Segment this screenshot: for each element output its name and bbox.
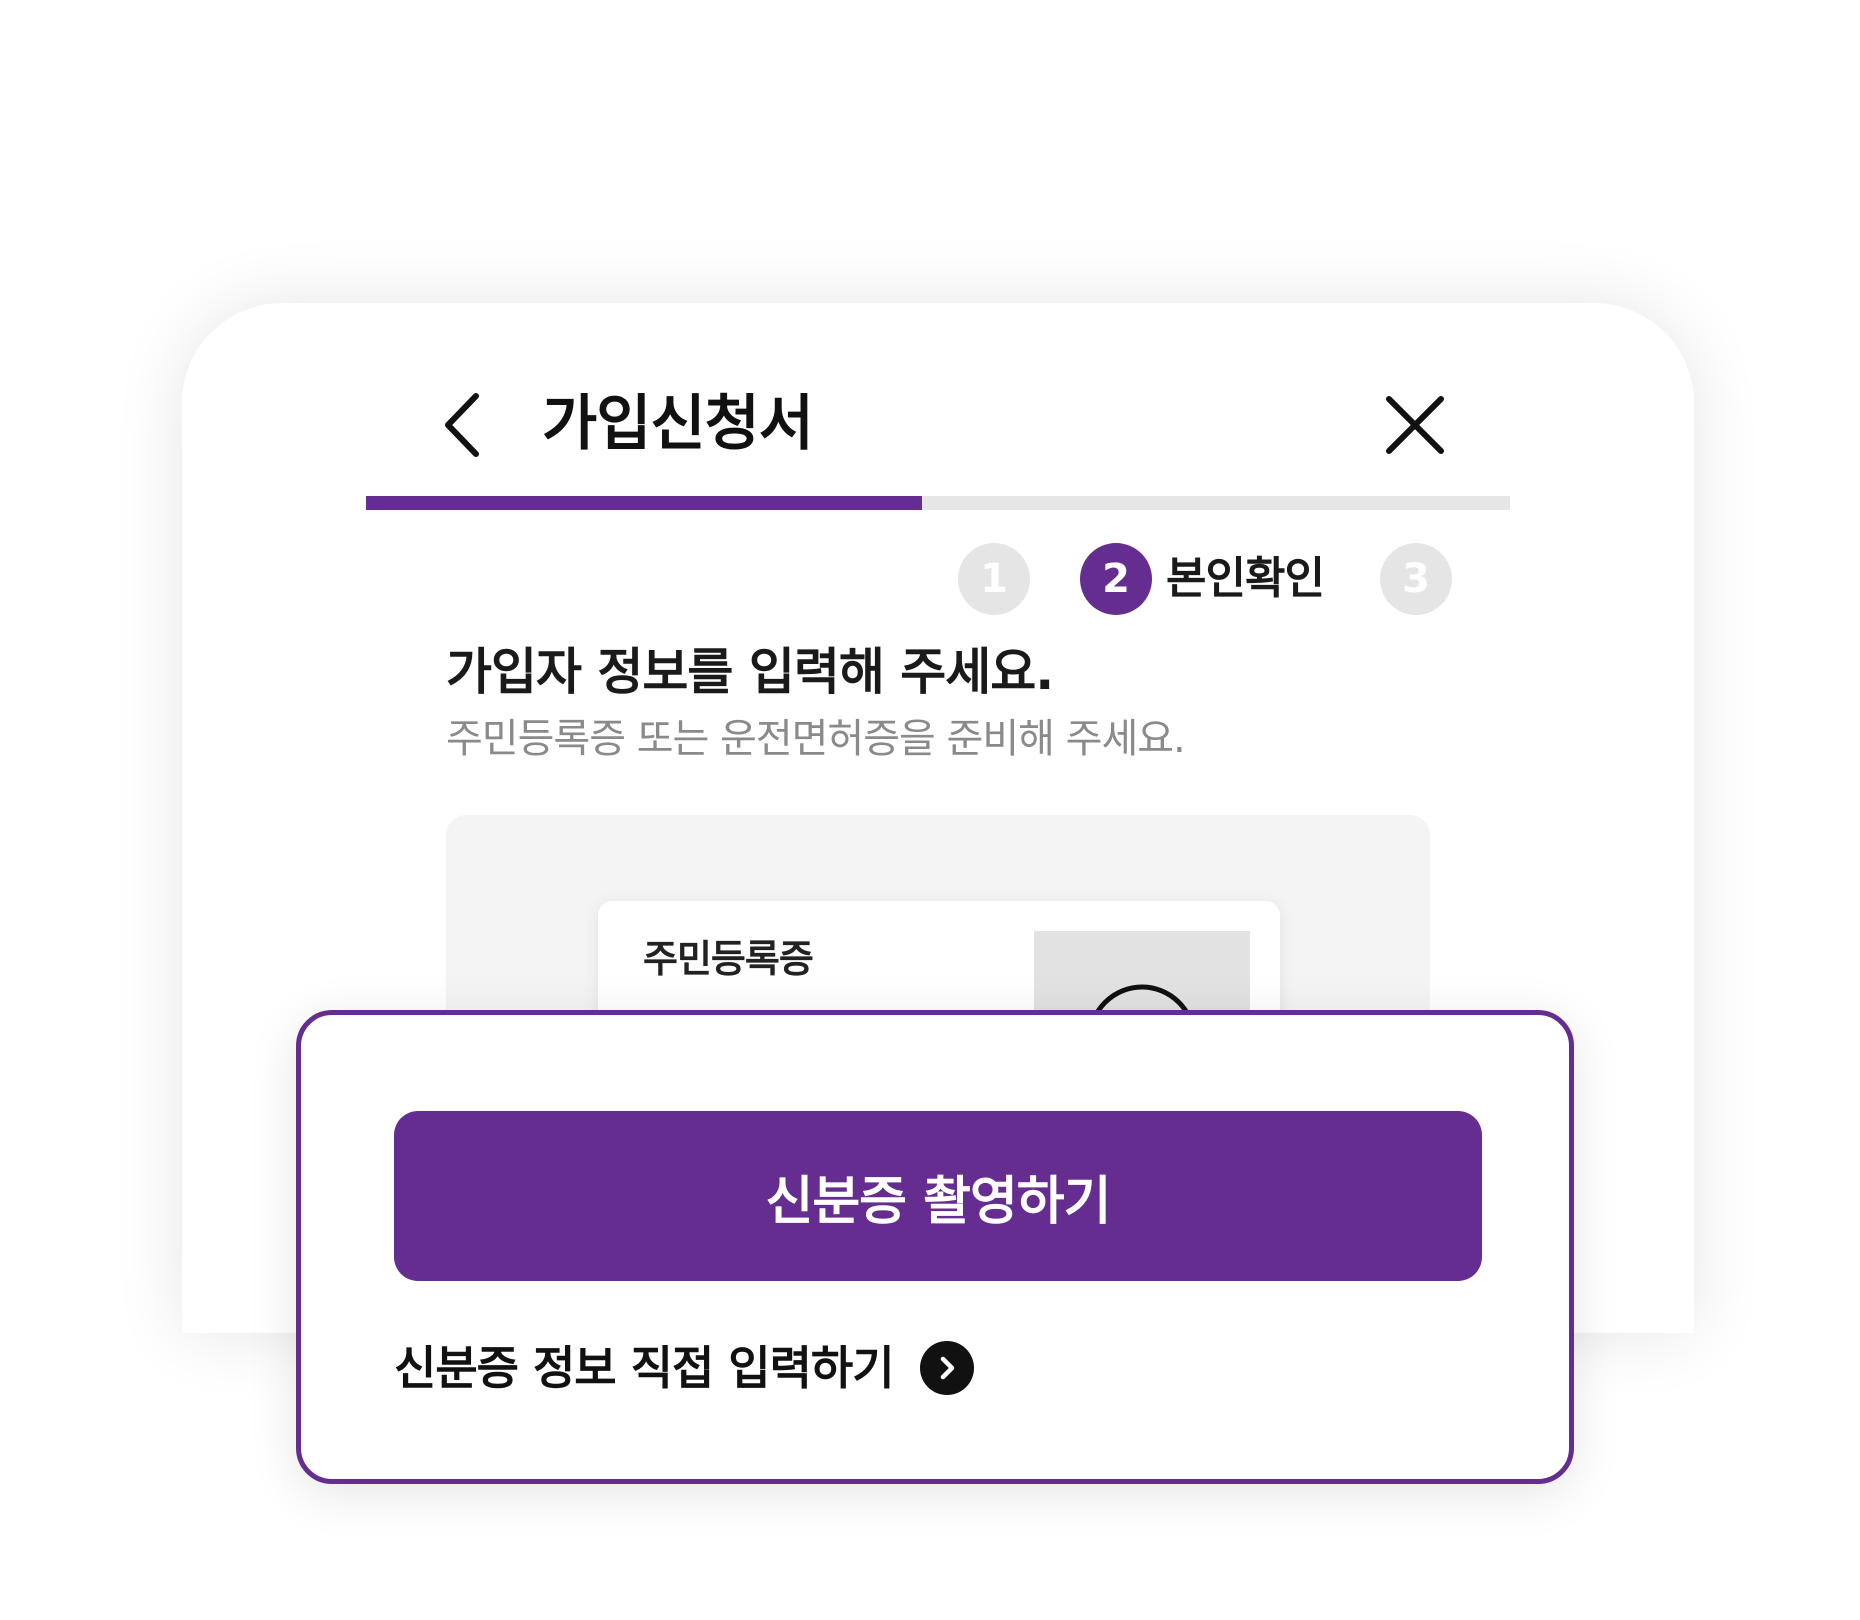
step-1-badge: 1 xyxy=(958,543,1030,615)
step-3-badge: 3 xyxy=(1380,543,1452,615)
stage: 가입신청서 1 2 본인확인 3 가입자 정보를 입력해 주세요. 주민등록증 … xyxy=(0,0,1860,1620)
close-button[interactable] xyxy=(1377,387,1453,463)
manual-entry-link[interactable]: 신분증 정보 직접 입력하기 xyxy=(394,1333,974,1403)
step-2-label: 본인확인 xyxy=(1166,553,1325,604)
capture-id-button[interactable]: 신분증 촬영하기 xyxy=(394,1111,1482,1281)
chevron-left-icon xyxy=(445,393,479,457)
bottom-sheet: 신분증 촬영하기 신분증 정보 직접 입력하기 xyxy=(296,1010,1574,1484)
back-button[interactable] xyxy=(432,387,492,463)
step-2-badge: 2 xyxy=(1080,543,1152,615)
close-icon xyxy=(1386,396,1444,454)
section-subheading: 주민등록증 또는 운전면허증을 준비해 주세요. xyxy=(446,716,1186,762)
progress-fill xyxy=(366,496,922,510)
id-card-title: 주민등록증 xyxy=(643,937,814,981)
chevron-right-circle-icon xyxy=(919,1341,974,1395)
page-title: 가입신청서 xyxy=(542,389,814,459)
progress-bar xyxy=(366,496,1510,510)
manual-entry-label: 신분증 정보 직접 입력하기 xyxy=(394,1341,895,1395)
section-heading: 가입자 정보를 입력해 주세요. xyxy=(446,643,1054,701)
